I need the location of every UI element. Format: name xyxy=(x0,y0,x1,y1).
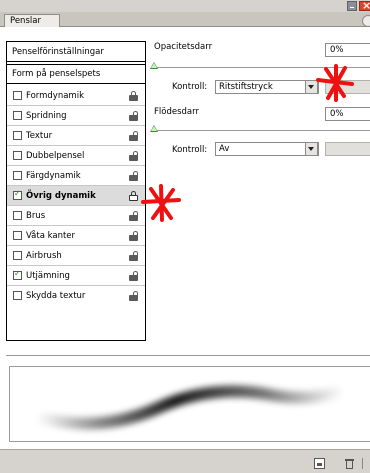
tab-strip: Penslar xyxy=(0,12,370,27)
sidebar-item-label: Dubbelpensel xyxy=(26,151,85,161)
checkbox-checked[interactable] xyxy=(13,269,22,280)
checkbox[interactable] xyxy=(13,151,22,160)
flow-jitter-slider-track[interactable] xyxy=(154,130,370,131)
checkbox-checked[interactable] xyxy=(13,189,22,200)
opacity-jitter-input[interactable]: 0% xyxy=(325,43,370,57)
flow-control-value: Av xyxy=(219,144,230,154)
brush-presets-item[interactable]: Penselförinställningar xyxy=(7,42,145,62)
unlock-icon[interactable] xyxy=(129,171,138,181)
minimize-button[interactable] xyxy=(347,1,357,11)
sidebar-item-label: Våta kanter xyxy=(26,231,76,241)
flow-jitter-label: Flödesdarr xyxy=(154,107,199,117)
checkbox[interactable] xyxy=(13,91,22,100)
opacity-jitter-label: Opacitetsdarr xyxy=(154,42,213,52)
checkbox[interactable] xyxy=(13,231,22,240)
flow-control-label: Kontroll: xyxy=(172,145,208,155)
opacity-control-label: Kontroll: xyxy=(172,82,208,92)
unlock-icon[interactable] xyxy=(129,111,138,121)
chevron-down-icon[interactable] xyxy=(305,142,318,156)
flow-jitter-input[interactable]: 0% xyxy=(325,107,370,121)
panel-divider xyxy=(6,355,370,356)
unlock-icon[interactable] xyxy=(129,251,138,261)
unlock-icon[interactable] xyxy=(129,291,138,301)
checkbox[interactable] xyxy=(13,291,22,300)
sidebar-item-scattering[interactable]: Spridning xyxy=(7,106,145,126)
sidebar-item-color-dynamics[interactable]: Färgdynamik xyxy=(7,166,145,186)
flow-control-extra-field xyxy=(325,142,370,156)
red-asterisk-annotation-icon xyxy=(141,184,181,222)
opacity-control-select[interactable]: Ritstiftstryck xyxy=(215,80,319,94)
brushes-panel: Penslar Penselförinställningar Form på p… xyxy=(0,0,370,473)
brush-stroke-image xyxy=(39,385,341,430)
brush-settings-list: Penselförinställningar Form på penselspe… xyxy=(6,41,146,341)
unlock-icon[interactable] xyxy=(129,271,138,281)
title-bar xyxy=(0,0,370,12)
flow-control-select[interactable]: Av xyxy=(215,142,319,156)
sidebar-item-other-dynamics[interactable]: Övrig dynamik xyxy=(7,186,145,206)
sidebar-item-shape-dynamics[interactable]: Formdynamik xyxy=(7,86,145,106)
opacity-jitter-slider-thumb[interactable] xyxy=(150,62,158,69)
sidebar-item-label: Brus xyxy=(26,211,46,221)
sidebar-item-protect-texture[interactable]: Skydda textur xyxy=(7,286,145,306)
close-button[interactable] xyxy=(359,0,370,12)
checkbox[interactable] xyxy=(13,131,22,140)
sidebar-item-texture[interactable]: Textur xyxy=(7,126,145,146)
sidebar-item-noise[interactable]: Brus xyxy=(7,206,145,226)
sidebar-item-label: Spridning xyxy=(26,111,67,121)
unlock-icon[interactable] xyxy=(129,131,138,141)
sidebar-item-label: Formdynamik xyxy=(26,91,84,101)
tab-brushes[interactable]: Penslar xyxy=(4,14,60,27)
sidebar-item-label: Airbrush xyxy=(26,251,62,261)
unlock-icon[interactable] xyxy=(129,211,138,221)
checkbox[interactable] xyxy=(13,171,22,180)
brush-tip-shape-item[interactable]: Form på penselspets xyxy=(7,64,145,84)
opacity-control-value: Ritstiftstryck xyxy=(219,82,273,92)
trash-icon[interactable] xyxy=(344,458,355,469)
resize-grip-icon[interactable] xyxy=(362,458,370,469)
sidebar-item-dual-brush[interactable]: Dubbelpensel xyxy=(7,146,145,166)
sidebar-item-label: Skydda textur xyxy=(26,291,86,301)
sidebar-item-smoothing[interactable]: Utjämning xyxy=(7,266,145,286)
flow-jitter-slider-thumb[interactable] xyxy=(150,125,158,132)
lock-icon[interactable] xyxy=(129,191,138,201)
red-asterisk-annotation-icon xyxy=(316,64,354,102)
sidebar-item-airbrush[interactable]: Airbrush xyxy=(7,246,145,266)
checkbox[interactable] xyxy=(13,111,22,120)
unlock-icon[interactable] xyxy=(129,231,138,241)
bottom-toolbar xyxy=(0,449,370,473)
checkbox[interactable] xyxy=(13,211,22,220)
sidebar-item-label: Övrig dynamik xyxy=(26,191,96,201)
panel-menu-icon[interactable] xyxy=(362,15,370,27)
lock-icon[interactable] xyxy=(129,91,138,101)
new-preset-icon[interactable] xyxy=(314,458,325,469)
unlock-icon[interactable] xyxy=(129,151,138,161)
sidebar-item-label: Textur xyxy=(26,131,53,141)
sidebar-item-label: Färgdynamik xyxy=(26,171,81,181)
checkbox[interactable] xyxy=(13,251,22,260)
sidebar-item-wet-edges[interactable]: Våta kanter xyxy=(7,226,145,246)
sidebar-item-label: Utjämning xyxy=(26,271,70,281)
brush-stroke-preview xyxy=(9,366,370,442)
